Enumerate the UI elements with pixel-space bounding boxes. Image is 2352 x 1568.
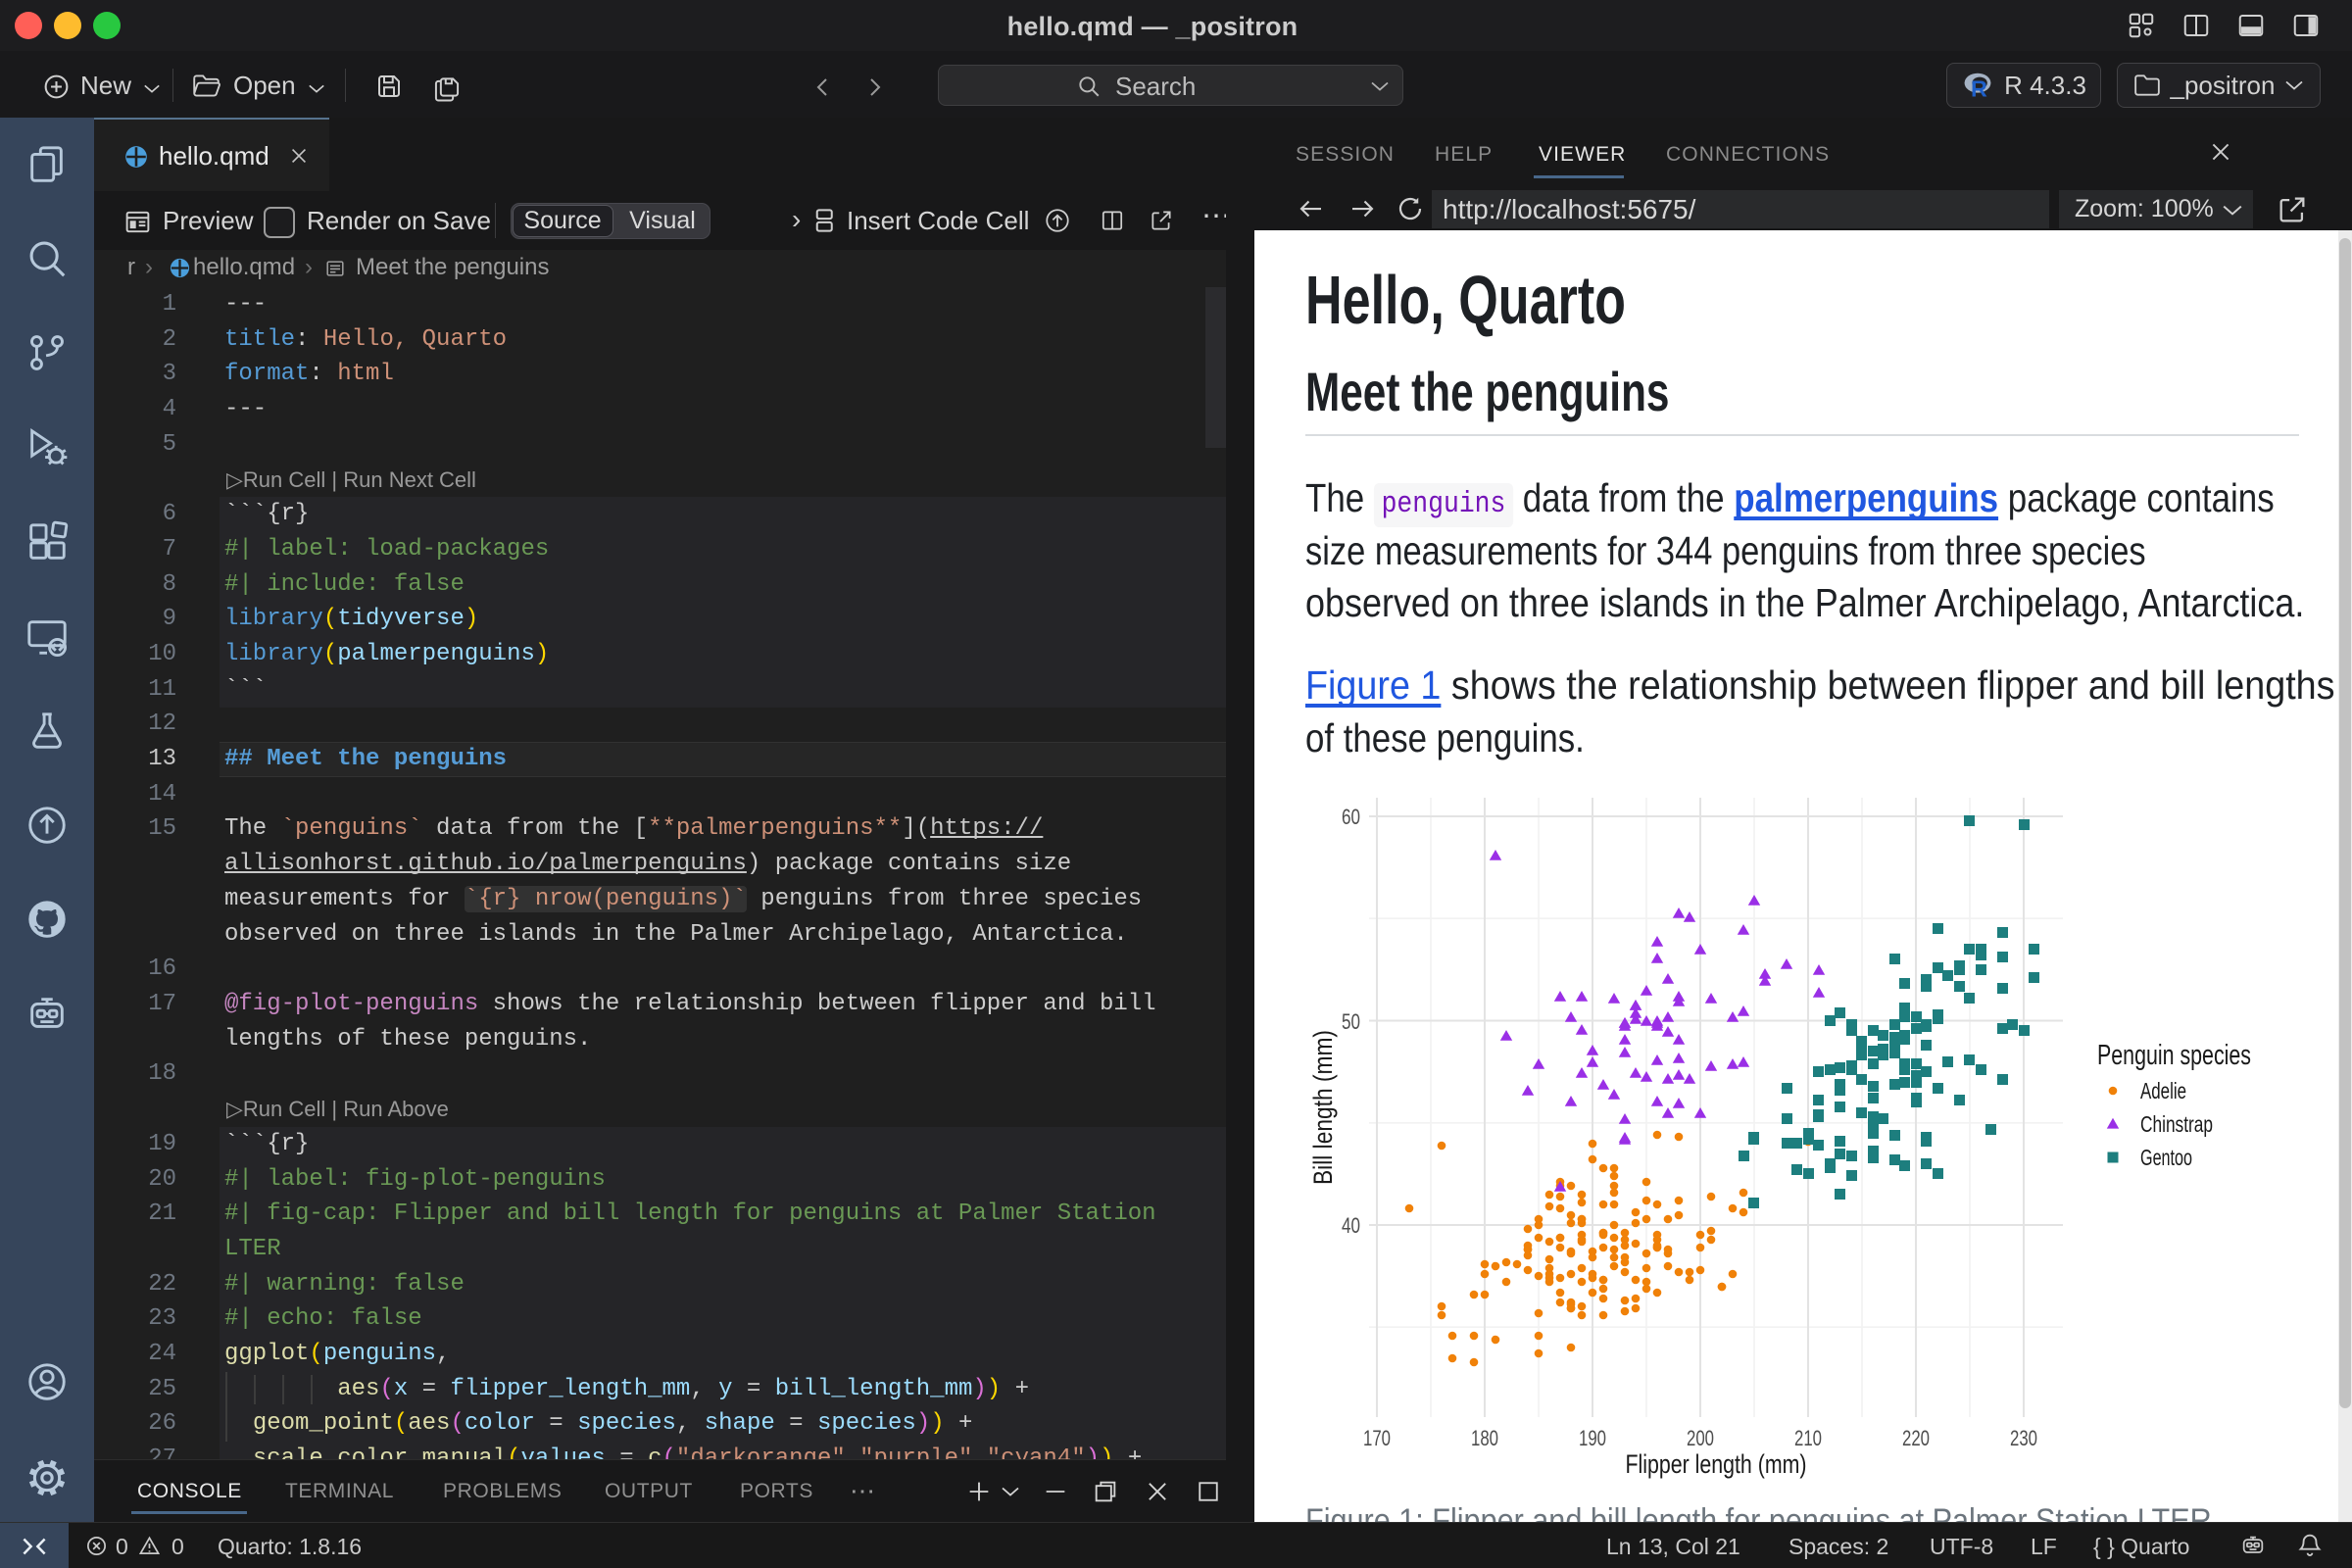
svg-text:50: 50 bbox=[1342, 1009, 1360, 1034]
svg-text:Flipper length (mm): Flipper length (mm) bbox=[1626, 1449, 1807, 1479]
svg-text:Gentoo: Gentoo bbox=[2140, 1145, 2192, 1170]
svg-text:40: 40 bbox=[1342, 1213, 1360, 1238]
svg-text:170: 170 bbox=[1363, 1426, 1391, 1450]
svg-text:220: 220 bbox=[1902, 1426, 1930, 1450]
svg-text:Adelie: Adelie bbox=[2140, 1078, 2186, 1103]
svg-text:210: 210 bbox=[1794, 1426, 1822, 1450]
svg-text:230: 230 bbox=[2010, 1426, 2037, 1450]
svg-text:R: R bbox=[1971, 76, 1987, 99]
svg-text:Chinstrap: Chinstrap bbox=[2140, 1111, 2213, 1137]
svg-text:180: 180 bbox=[1471, 1426, 1498, 1450]
svg-text:60: 60 bbox=[1342, 805, 1360, 829]
svg-text:200: 200 bbox=[1687, 1426, 1714, 1450]
svg-text:190: 190 bbox=[1579, 1426, 1606, 1450]
svg-text:Penguin species: Penguin species bbox=[2097, 1040, 2251, 1071]
svg-text:Bill length (mm): Bill length (mm) bbox=[1308, 1030, 1338, 1185]
